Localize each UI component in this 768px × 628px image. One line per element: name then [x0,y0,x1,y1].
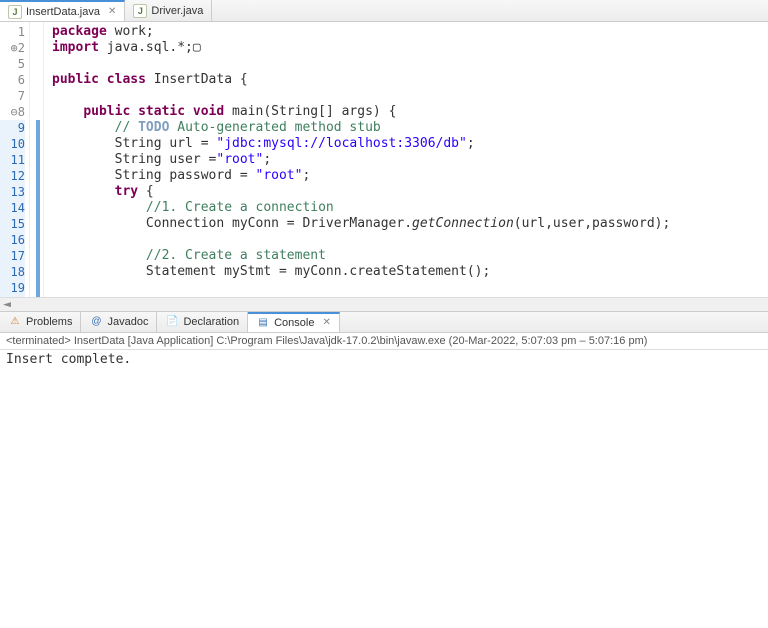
line-number: 1 [0,24,25,40]
code-line[interactable] [52,232,760,248]
code-line[interactable]: String url = "jdbc:mysql://localhost:330… [52,136,760,152]
problems-icon: ⚠ [8,315,22,329]
panel-tab-label: Problems [26,316,72,328]
code-line[interactable]: try { [52,184,760,200]
code-line[interactable]: package work; [52,24,760,40]
tab-label: InsertData.java [26,6,100,18]
scroll-left-icon[interactable]: ◄ [0,297,14,311]
code-line[interactable]: Statement myStmt = myConn.createStatemen… [52,264,760,280]
line-number: 16 [0,232,25,248]
tab-label: Driver.java [151,5,203,17]
panel-tab-label: Console [274,317,314,329]
code-line[interactable] [52,56,760,72]
code-line[interactable]: //2. Create a statement [52,248,760,264]
code-line[interactable] [52,88,760,104]
code-line[interactable]: public class InsertData { [52,72,760,88]
editor-tab[interactable]: J InsertData.java ✕ [0,0,125,21]
folding-ruler[interactable] [30,22,44,297]
console-output[interactable]: Insert complete. [0,350,768,628]
code-line[interactable]: import java.sql.*;▢ [52,40,760,56]
line-number: 9 [0,120,25,136]
line-number: ⊕2 [0,40,25,56]
editor-tabs: J InsertData.java ✕ J Driver.java [0,0,768,22]
bottom-panel-tabs: ⚠ Problems @ Javadoc 📄 Declaration ▤ Console ✕ [0,311,768,333]
code-line[interactable]: public static void main(String[] args) { [52,104,760,120]
line-number: 11 [0,152,25,168]
panel-tab-javadoc[interactable]: @ Javadoc [81,312,157,332]
panel-tab-label: Declaration [183,316,239,328]
code-editor[interactable]: 1⊕2567⊖891011121314151617181920212223242… [0,22,768,297]
editor-tab[interactable]: J Driver.java [125,0,212,21]
code-line[interactable]: Connection myConn = DriverManager.getCon… [52,216,760,232]
javadoc-icon: @ [89,315,103,329]
panel-tab-label: Javadoc [107,316,148,328]
line-number: ⊖8 [0,104,25,120]
panel-tab-console[interactable]: ▤ Console ✕ [248,312,340,332]
panel-tab-problems[interactable]: ⚠ Problems [0,312,81,332]
line-number: 17 [0,248,25,264]
declaration-icon: 📄 [165,315,179,329]
line-number: 6 [0,72,25,88]
code-line[interactable]: String password = "root"; [52,168,760,184]
close-icon[interactable]: ✕ [322,317,330,328]
line-number-gutter: 1⊕2567⊖891011121314151617181920212223242… [0,22,30,297]
line-number: 14 [0,200,25,216]
java-file-icon: J [8,5,22,19]
panel-tab-declaration[interactable]: 📄 Declaration [157,312,248,332]
line-number: 7 [0,88,25,104]
code-area[interactable]: package work;import java.sql.*;▢ public c… [44,22,768,297]
line-number: 13 [0,184,25,200]
close-icon[interactable]: ✕ [108,6,116,17]
horizontal-scrollbar[interactable]: ◄ [0,297,768,311]
console-status-line: <terminated> InsertData [Java Applicatio… [0,333,768,350]
code-line[interactable] [52,280,760,296]
code-line[interactable]: String user ="root"; [52,152,760,168]
line-number: 18 [0,264,25,280]
line-number: 5 [0,56,25,72]
line-number: 10 [0,136,25,152]
line-number: 15 [0,216,25,232]
line-number: 12 [0,168,25,184]
line-number: 19 [0,280,25,296]
java-file-icon: J [133,4,147,18]
code-line[interactable]: // TODO Auto-generated method stub [52,120,760,136]
code-line[interactable]: //1. Create a connection [52,200,760,216]
console-icon: ▤ [256,316,270,330]
